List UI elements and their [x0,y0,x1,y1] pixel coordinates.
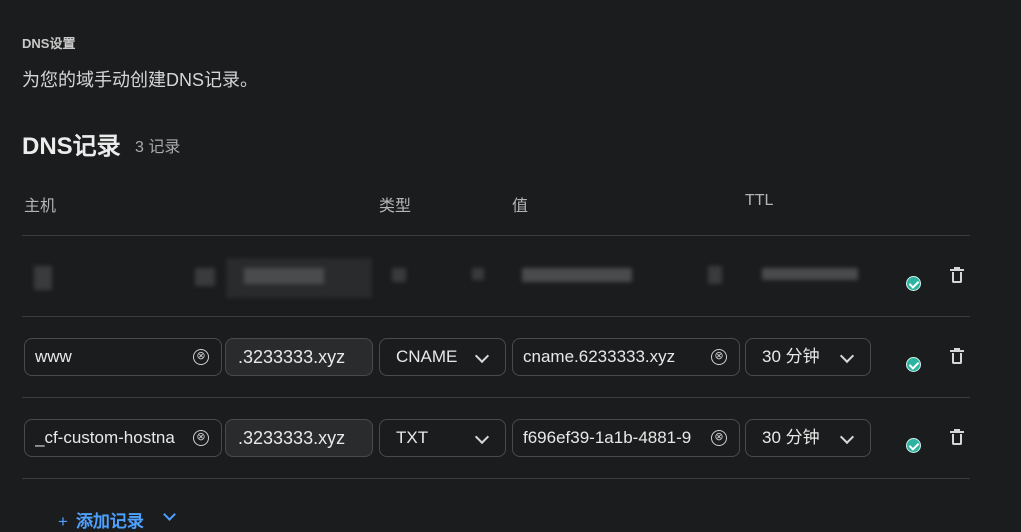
redacted-block [244,268,324,284]
ttl-select-value: 30 分钟 [762,428,820,447]
value-input[interactable]: cname.6233333.xyz ⊗ [512,338,740,376]
redacted-block [34,266,52,290]
records-title: DNS记录 [22,133,121,160]
plus-icon: + [58,512,68,531]
column-header-host: 主机 [24,198,57,215]
value-input[interactable]: f696ef39-1a1b-4881-9 ⊗ [512,419,740,457]
chevron-down-icon [474,429,490,445]
status-ok-icon [906,357,921,372]
divider [22,316,970,317]
records-count: 3 记录 [135,139,181,156]
redacted-block [762,268,858,280]
host-input[interactable]: _cf-custom-hostna ⊗ [24,419,222,457]
chevron-down-icon[interactable] [163,508,176,521]
host-input-value: _cf-custom-hostna [35,428,175,447]
column-header-ttl: TTL [745,192,774,209]
domain-suffix: .3233333.xyz [225,419,373,457]
redacted-block [195,268,215,286]
redacted-block [472,268,484,280]
redacted-block [522,268,632,282]
chevron-down-icon [474,348,490,364]
clear-icon[interactable]: ⊗ [711,349,727,365]
trash-icon[interactable] [950,429,964,446]
chevron-down-icon [839,429,855,445]
type-select-value: CNAME [396,347,458,366]
type-select[interactable]: TXT [379,419,506,457]
status-ok-icon [906,438,921,453]
type-select[interactable]: CNAME [379,338,506,376]
column-header-type: 类型 [379,198,412,215]
chevron-down-icon [839,348,855,364]
ttl-select[interactable]: 30 分钟 [745,338,871,376]
type-select-value: TXT [396,428,429,447]
add-record-label: 添加记录 [75,512,144,531]
ttl-select-value: 30 分钟 [762,347,820,366]
status-ok-icon [906,276,921,291]
divider [22,478,970,479]
trash-icon[interactable] [950,348,964,365]
clear-icon[interactable]: ⊗ [193,349,209,365]
clear-icon[interactable]: ⊗ [711,430,727,446]
divider [22,235,970,236]
clear-icon[interactable]: ⊗ [193,430,209,446]
domain-suffix: .3233333.xyz [225,338,373,376]
host-input-value: www [35,347,72,366]
redacted-block [392,268,406,282]
ttl-select[interactable]: 30 分钟 [745,419,871,457]
column-header-value: 值 [512,198,529,215]
value-input-value: cname.6233333.xyz [523,347,676,366]
add-record-button[interactable]: + 添加记录 [58,507,144,532]
divider [22,397,970,398]
section-description: 为您的域手动创建DNS记录。 [22,70,259,90]
redacted-block [708,266,722,284]
trash-icon[interactable] [950,267,964,284]
value-input-value: f696ef39-1a1b-4881-9 [523,428,692,447]
host-input[interactable]: www ⊗ [24,338,222,376]
section-label: DNS设置 [22,36,76,51]
